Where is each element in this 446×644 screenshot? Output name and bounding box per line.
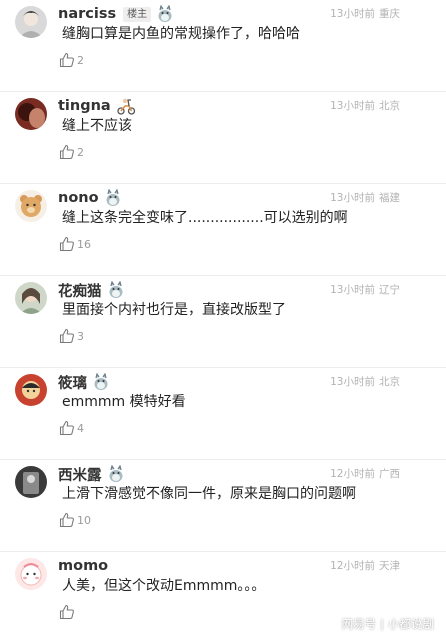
- comment-location: 重庆: [379, 8, 400, 20]
- like-button[interactable]: 3: [59, 328, 84, 344]
- username[interactable]: 花痴猫: [58, 280, 102, 301]
- comment-text: 上滑下滑感觉不像同一件，原来是胸口的问题啊: [62, 486, 356, 502]
- comment-meta: 12小时前 天津: [330, 558, 400, 573]
- comment-text: 人美，但这个改动Emmmm。。。: [62, 578, 266, 594]
- comment-location: 辽宁: [379, 284, 400, 296]
- comment-time: 12小时前: [330, 560, 375, 572]
- comment-location: 福建: [379, 192, 400, 204]
- user-avatar[interactable]: [15, 466, 47, 498]
- comment-text: 缝上这条完全变味了.................可以选别的啊: [62, 210, 348, 226]
- thumbs-up-icon: [59, 144, 74, 160]
- comment-meta: 13小时前 福建: [330, 190, 400, 205]
- totoro-icon: [107, 281, 125, 299]
- scooter-icon: [116, 97, 136, 115]
- like-button[interactable]: 16: [59, 236, 91, 252]
- comment-time: 12小时前: [330, 468, 375, 480]
- username[interactable]: nono: [58, 190, 99, 206]
- username[interactable]: momo: [58, 558, 108, 574]
- comment-location: 广西: [379, 468, 400, 480]
- user-avatar[interactable]: [15, 282, 47, 314]
- user-avatar[interactable]: [15, 374, 47, 406]
- comment-header: 花痴猫: [58, 279, 125, 301]
- like-button[interactable]: 4: [59, 420, 84, 436]
- comment-text: 缝胸口算是内鱼的常规操作了，哈哈哈: [62, 26, 300, 42]
- comment-time: 13小时前: [330, 8, 375, 20]
- user-avatar[interactable]: [15, 190, 47, 222]
- watermark-source: 网易号: [341, 617, 377, 631]
- comment-time: 13小时前: [330, 284, 375, 296]
- user-avatar[interactable]: [15, 6, 47, 38]
- username[interactable]: 西米露: [58, 464, 102, 485]
- comment-meta: 13小时前 辽宁: [330, 282, 400, 297]
- like-count: 2: [77, 53, 84, 67]
- like-count: 3: [77, 329, 84, 343]
- comment-item: 花痴猫 13小时前 辽宁 里面接个内衬也行是，直接改版型了 3: [0, 276, 446, 368]
- comment-location: 北京: [379, 376, 400, 388]
- comment-time: 13小时前: [330, 100, 375, 112]
- comment-header: narciss 楼主: [58, 3, 174, 25]
- like-button[interactable]: 10: [59, 512, 91, 528]
- comment-item: tingna 13小时前 北京 缝上不应该 2: [0, 92, 446, 184]
- comment-item: nono 13小时前 福建 缝上这条完全变味了.................可…: [0, 184, 446, 276]
- author-badge: 楼主: [123, 6, 152, 22]
- totoro-icon: [104, 189, 122, 207]
- user-avatar[interactable]: [15, 98, 47, 130]
- comment-item: 筱璃 13小时前 北京 emmmm 模特好看 4: [0, 368, 446, 460]
- comment-meta: 13小时前 北京: [330, 374, 400, 389]
- like-button[interactable]: [59, 604, 77, 620]
- totoro-icon: [107, 465, 125, 483]
- username[interactable]: tingna: [58, 98, 111, 114]
- comment-text: 缝上不应该: [62, 118, 132, 134]
- comment-text: emmmm 模特好看: [62, 394, 186, 410]
- like-count: 4: [77, 421, 84, 435]
- comment-header: momo: [58, 555, 108, 577]
- totoro-icon: [92, 373, 110, 391]
- thumbs-up-icon: [59, 236, 74, 252]
- like-count: 10: [77, 513, 91, 527]
- totoro-icon: [156, 5, 174, 23]
- like-count: 2: [77, 145, 84, 159]
- comment-header: 西米露: [58, 463, 125, 485]
- comment-location: 天津: [379, 560, 400, 572]
- like-button[interactable]: 2: [59, 144, 84, 160]
- comment-header: nono: [58, 187, 122, 209]
- comment-item: narciss 楼主 13小时前 重庆 缝胸口算是内鱼的常规操作了，哈哈哈 2: [0, 0, 446, 92]
- user-avatar[interactable]: [15, 558, 47, 590]
- username[interactable]: narciss: [58, 6, 116, 22]
- thumbs-up-icon: [59, 52, 74, 68]
- watermark-account: 小都说剧: [388, 617, 434, 631]
- comment-header: tingna: [58, 95, 136, 117]
- comment-meta: 12小时前 广西: [330, 466, 400, 481]
- thumbs-up-icon: [59, 328, 74, 344]
- comment-meta: 13小时前 北京: [330, 98, 400, 113]
- like-count: 16: [77, 237, 91, 251]
- comment-text: 里面接个内衬也行是，直接改版型了: [62, 302, 286, 318]
- comment-time: 13小时前: [330, 376, 375, 388]
- thumbs-up-icon: [59, 420, 74, 436]
- comment-header: 筱璃: [58, 371, 110, 393]
- thumbs-up-icon: [59, 512, 74, 528]
- like-button[interactable]: 2: [59, 52, 84, 68]
- watermark: 网易号 | 小都说剧: [342, 616, 434, 632]
- watermark-separator: |: [380, 617, 384, 631]
- username[interactable]: 筱璃: [58, 372, 87, 393]
- comment-time: 13小时前: [330, 192, 375, 204]
- comment-meta: 13小时前 重庆: [330, 6, 400, 21]
- comment-item: 西米露 12小时前 广西 上滑下滑感觉不像同一件，原来是胸口的问题啊 10: [0, 460, 446, 552]
- thumbs-up-icon: [59, 604, 74, 620]
- comment-location: 北京: [379, 100, 400, 112]
